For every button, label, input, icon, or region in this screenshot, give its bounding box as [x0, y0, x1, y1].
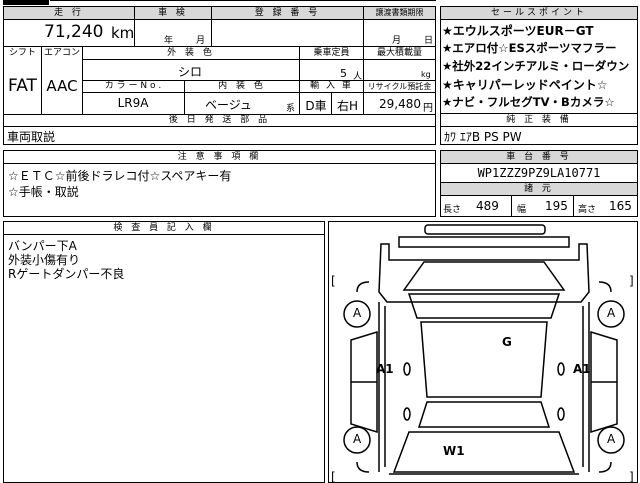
sales-point-4: ★キャリパーレッドペイント☆ [442, 78, 608, 92]
transfer-month-unit: 月 [392, 36, 402, 46]
sales-point-1: ★エウルスポーツEUR－GT [442, 24, 594, 38]
caution-line-1: ☆ＥＴＣ☆前後ドラレコ付☆スペアキー有 [8, 169, 232, 183]
shift-value: FAT [8, 76, 37, 96]
chassis-label: 車 台 番 号 [441, 151, 637, 163]
transfer-deadline-label: 譲渡書類期限 [364, 7, 435, 19]
caution-line-2: ☆手帳・取説 [8, 185, 79, 199]
max-load-unit: kg [421, 70, 431, 79]
reg-number-label: 登 録 番 号 [212, 7, 363, 19]
exterior-color-label: 外 装 色 [83, 47, 299, 59]
aircon-value: AAC [46, 77, 78, 95]
mark-tire-fl: A [353, 306, 362, 320]
length-label: 長さ [443, 205, 462, 215]
inspection-month-unit: 月 [196, 36, 206, 46]
bracket-right-top: ] [629, 274, 634, 288]
corner-mark [3, 0, 49, 5]
height-label: 高さ [578, 205, 597, 215]
bracket-left-top: [ [331, 274, 336, 288]
sales-title: セールスポイント [441, 7, 637, 19]
car-outline [343, 224, 625, 475]
inspection-label: 車 検 [135, 7, 211, 19]
equipment-value: ｶﾜ ｴｱB PS PW [444, 130, 522, 144]
mark-rear-window: W1 [443, 444, 465, 458]
aircon-label: エアコン [43, 48, 80, 58]
recycle-unit: 円 [423, 103, 433, 114]
capacity-value: 5 [340, 67, 347, 80]
mark-tire-rr: A [607, 432, 616, 446]
damage-diagram: [ ] [ ] A A A A A1 A1 G W1 [328, 221, 638, 483]
mark-left-side: A1 [376, 362, 394, 376]
equipment-label: 純 正 装 備 [441, 114, 637, 126]
color-no-value: LR9A [117, 96, 149, 110]
caution-label: 注 意 事 項 欄 [4, 151, 435, 163]
import-drive: D車 [305, 99, 327, 113]
inspection-year-unit: 年 [164, 36, 174, 46]
mark-tire-rl: A [353, 432, 362, 446]
max-load-label: 最大積載量 [376, 48, 422, 58]
rear-parts-label: 後 日 発 送 部 品 [4, 115, 435, 126]
sales-point-3: ★社外22インチアルミ・ローダウン [442, 59, 630, 73]
interior-color-suffix: 系 [286, 104, 296, 114]
width-value: 195 [545, 199, 568, 213]
chassis-value: WP1ZZZ9PZ9LA10771 [477, 166, 601, 180]
mileage-label: 走 行 [4, 7, 134, 19]
top-rule [50, 0, 436, 1]
bracket-left-bottom: [ [331, 470, 336, 483]
import-handle: 右H [336, 99, 359, 113]
mark-tire-fr: A [607, 306, 616, 320]
shift-label: シフト [8, 48, 36, 58]
sales-point-5: ★ナビ・フルセグTV・Bカメラ☆ [442, 95, 615, 109]
sales-point-2: ★エアロ付☆ESスポーツマフラー [442, 41, 617, 55]
rear-parts-value: 車両取説 [7, 130, 56, 144]
color-no-label: カ ラ ー N o . [104, 81, 162, 91]
mileage-unit: km [111, 24, 135, 42]
inspector-line-3: Rゲートダンパー不良 [8, 267, 125, 281]
recycle-label: リサイクル預託金 [367, 82, 432, 91]
mileage-value: 71,240 [44, 22, 104, 42]
bracket-right-bottom: ] [629, 470, 634, 483]
height-value: 165 [609, 199, 632, 213]
inspector-label: 検 査 員 記 入 欄 [4, 222, 324, 234]
exterior-color-value: シロ [177, 65, 202, 79]
length-value: 489 [476, 199, 499, 213]
interior-color-value: ベージュ [205, 98, 252, 112]
transfer-day-unit: 日 [424, 36, 434, 46]
mark-right-side: A1 [573, 362, 591, 376]
interior-color-label: 内 装 色 [185, 81, 299, 92]
mark-roof: G [502, 335, 512, 349]
import-label: 輸 入 車 [310, 81, 353, 91]
dims-label: 諸 元 [441, 183, 637, 195]
recycle-value: 29,480 [379, 97, 421, 111]
capacity-label: 乗車定員 [313, 48, 350, 58]
width-label: 幅 [517, 205, 527, 215]
